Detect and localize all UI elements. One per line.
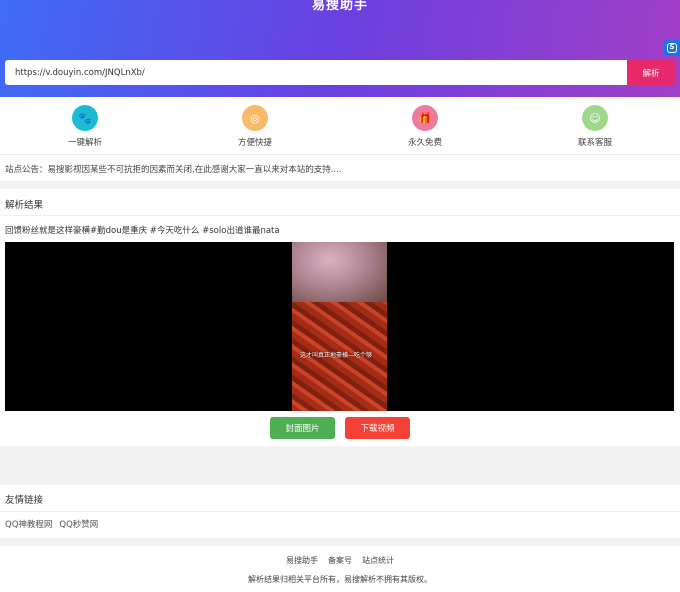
video-overlay-text: 这才叫真正地豪横—吃个够 — [300, 352, 373, 359]
footer: 易搜助手 备案号 站点统计 解析结果归相关平台所有，易搜解析不拥有其版权。 — [0, 546, 680, 592]
friend-links-list: QQ神教程网 QQ秒赞网 — [0, 512, 680, 536]
cover-image-button[interactable]: 封面图片 — [270, 417, 335, 439]
feature-label: 永久免费 — [407, 138, 442, 148]
friend-link[interactable]: QQ秒赞网 — [59, 518, 98, 530]
friend-link[interactable]: QQ神教程网 — [5, 518, 52, 530]
footer-link-stats[interactable]: 站点统计 — [362, 555, 394, 566]
result-panel: 解析结果 回馈粉丝就是这样豪横#勤dou是重庆 #今天吃什么 #solo出道谁最… — [0, 189, 680, 446]
site-notice: 站点公告：易搜影视因某些不可抗拒的因素而关闭,在此感谢大家一直以来对本站的支持.… — [0, 154, 680, 181]
feature-convenient[interactable]: ◎ 方便快捷 — [170, 97, 340, 154]
download-video-button[interactable]: 下载视频 — [345, 417, 410, 439]
feature-label: 联系客服 — [577, 138, 612, 148]
video-frame: 这才叫真正地豪横—吃个够 — [292, 242, 387, 411]
site-title: 易搜助手 — [311, 0, 368, 13]
feature-one-click[interactable]: 🐾 一键解析 — [0, 97, 170, 154]
result-title: 解析结果 — [0, 189, 680, 216]
video-caption: 回馈粉丝就是这样豪横#勤dou是重庆 #今天吃什么 #solo出道谁最nata — [5, 226, 280, 236]
url-input[interactable] — [5, 60, 627, 85]
parse-button[interactable]: 解析 — [627, 60, 675, 85]
s-logo-icon: S — [667, 43, 677, 53]
paw-icon: 🐾 — [72, 105, 98, 131]
footer-links: 易搜助手 备案号 站点统计 — [0, 546, 680, 566]
feature-support[interactable]: ☺ 联系客服 — [510, 97, 680, 154]
floating-badge[interactable]: S — [664, 40, 680, 56]
feature-bar: 🐾 一键解析 ◎ 方便快捷 🎁 永久免费 ☺ 联系客服 — [0, 97, 680, 154]
footer-link-home[interactable]: 易搜助手 — [286, 555, 318, 566]
feature-label: 一键解析 — [67, 138, 102, 148]
compass-icon: ◎ — [242, 105, 268, 131]
gift-icon: 🎁 — [412, 105, 438, 131]
result-actions: 封面图片 下载视频 — [0, 417, 680, 439]
chat-icon: ☺ — [582, 105, 608, 131]
header: 易搜助手 S 解析 — [0, 0, 680, 97]
video-player[interactable]: 这才叫真正地豪横—吃个够 — [5, 242, 674, 411]
video-scene-top — [292, 242, 387, 302]
search-bar: 解析 — [5, 60, 675, 85]
friend-links-title: 友情链接 — [0, 485, 680, 512]
footer-link-icp[interactable]: 备案号 — [328, 555, 352, 566]
feature-label: 方便快捷 — [237, 138, 272, 148]
footer-copyright: 解析结果归相关平台所有，易搜解析不拥有其版权。 — [248, 575, 432, 584]
friend-links-panel: 友情链接 QQ神教程网 QQ秒赞网 — [0, 485, 680, 538]
feature-free[interactable]: 🎁 永久免费 — [340, 97, 510, 154]
